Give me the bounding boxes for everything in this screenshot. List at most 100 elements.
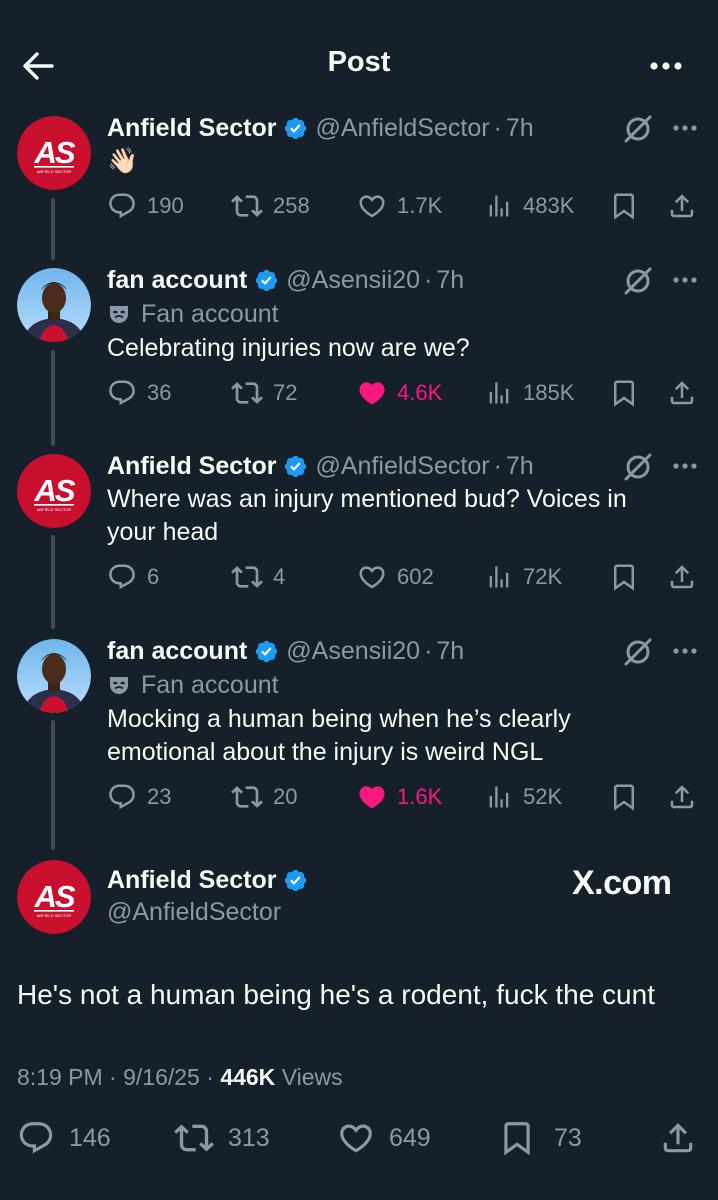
avatar[interactable] <box>17 116 91 190</box>
share-button[interactable] <box>659 1118 707 1158</box>
repost-button[interactable]: 72 <box>231 376 297 410</box>
reply-button[interactable]: 146 <box>17 1118 111 1158</box>
more-icon[interactable] <box>670 451 700 481</box>
bookmark-count: 73 <box>554 1123 582 1152</box>
author-name[interactable]: fan account <box>107 266 247 295</box>
timestamp[interactable]: 7h <box>436 637 464 666</box>
view-count[interactable]: 446K <box>220 1064 275 1090</box>
avatar[interactable] <box>17 639 91 713</box>
main-avatar[interactable] <box>17 860 91 934</box>
more-icon[interactable] <box>670 265 700 295</box>
verified-icon <box>254 268 279 293</box>
share-button[interactable] <box>667 189 707 223</box>
share-icon <box>659 1119 697 1157</box>
reply-button[interactable]: 36 <box>107 376 171 410</box>
author-name[interactable]: Anfield Sector <box>107 452 276 481</box>
author-name[interactable]: Anfield Sector <box>107 114 276 143</box>
share-button[interactable] <box>667 376 707 410</box>
views-label: Views <box>281 1064 343 1090</box>
avatar[interactable] <box>17 268 91 342</box>
tweet-text-line: your head <box>107 518 219 546</box>
author-handle[interactable]: @AnfieldSector <box>315 114 489 143</box>
top-bar: Post <box>0 0 718 110</box>
reply-button[interactable]: 190 <box>107 189 184 223</box>
bookmark-button[interactable]: 73 <box>498 1118 582 1158</box>
reply-tweet[interactable]: fan account @Asensii20 · 7h Fan account … <box>0 634 718 824</box>
author-row: fan account @Asensii20 · 7h <box>107 634 464 668</box>
like-count: 1.7K <box>397 193 443 218</box>
views-icon <box>485 783 513 811</box>
repost-button[interactable]: 4 <box>231 560 285 594</box>
reply-tweet[interactable]: Anfield Sector @AnfieldSector · 7h Where… <box>0 449 718 599</box>
grok-icon[interactable] <box>622 265 654 297</box>
reply-count: 36 <box>147 380 172 405</box>
bookmark-button[interactable] <box>609 560 649 594</box>
bookmark-button[interactable] <box>609 376 649 410</box>
share-icon <box>667 782 697 812</box>
repost-button[interactable]: 313 <box>174 1118 270 1158</box>
fan-account-text: Fan account <box>141 299 279 328</box>
post-time[interactable]: 8:19 PM <box>17 1064 103 1090</box>
repost-count: 4 <box>273 564 286 589</box>
share-button[interactable] <box>667 780 707 814</box>
reply-icon <box>17 1119 55 1157</box>
views-button[interactable]: 52K <box>485 780 562 814</box>
repost-button[interactable]: 20 <box>231 780 297 814</box>
timestamp[interactable]: 7h <box>436 266 464 295</box>
reply-count: 23 <box>147 784 172 809</box>
reply-tweet[interactable]: Anfield Sector @AnfieldSector · 7h 👋🏻 19… <box>0 111 718 231</box>
bookmark-icon <box>609 378 639 408</box>
tweet-text-line: emotional about the injury is weird NGL <box>107 738 544 766</box>
author-handle[interactable]: @Asensii20 <box>286 637 420 666</box>
like-icon <box>337 1119 375 1157</box>
timestamp[interactable]: 7h <box>506 114 534 143</box>
reply-icon <box>107 191 137 221</box>
main-author-handle[interactable]: @AnfieldSector <box>107 898 281 927</box>
views-icon <box>485 192 513 220</box>
more-icon[interactable] <box>670 636 700 666</box>
bookmark-icon <box>609 562 639 592</box>
repost-count: 313 <box>228 1123 270 1152</box>
repost-icon <box>174 1118 214 1158</box>
reply-button[interactable]: 23 <box>107 780 171 814</box>
like-button[interactable]: 4.6K <box>357 376 442 410</box>
views-button[interactable]: 185K <box>485 376 574 410</box>
bookmark-button[interactable] <box>609 189 649 223</box>
more-icon[interactable] <box>670 113 700 143</box>
author-handle[interactable]: @Asensii20 <box>286 266 420 295</box>
author-name[interactable]: fan account <box>107 637 247 666</box>
more-icon[interactable] <box>646 48 686 84</box>
post-date[interactable]: 9/16/25 <box>123 1064 200 1090</box>
repost-icon <box>231 561 263 593</box>
separator-dot: · <box>424 265 433 294</box>
like-count: 1.6K <box>397 784 443 809</box>
reply-button[interactable]: 6 <box>107 560 159 594</box>
like-button[interactable]: 1.7K <box>357 189 442 223</box>
action-bar: 23 20 1.6K 52K <box>107 780 707 814</box>
views-button[interactable]: 483K <box>485 189 574 223</box>
avatar[interactable] <box>17 454 91 528</box>
author-handle[interactable]: @AnfieldSector <box>315 452 489 481</box>
bookmark-button[interactable] <box>609 780 649 814</box>
repost-icon <box>231 190 263 222</box>
grok-icon[interactable] <box>622 113 654 145</box>
action-bar: 190 258 1.7K 483K <box>107 189 707 223</box>
grok-icon[interactable] <box>622 636 654 668</box>
views-button[interactable]: 72K <box>485 560 562 594</box>
main-post-text: He's not a human being he's a rodent, fu… <box>17 979 655 1010</box>
separator-dot: · <box>493 113 502 142</box>
like-button[interactable]: 602 <box>357 560 434 594</box>
like-button[interactable]: 1.6K <box>357 780 442 814</box>
share-button[interactable] <box>667 560 707 594</box>
reply-tweet[interactable]: fan account @Asensii20 · 7h Fan account … <box>0 263 718 413</box>
fan-account-text: Fan account <box>141 670 279 699</box>
tweet-text: 👋🏻 <box>107 147 139 175</box>
timestamp[interactable]: 7h <box>506 452 534 481</box>
share-icon <box>667 191 697 221</box>
grok-icon[interactable] <box>622 451 654 483</box>
repost-button[interactable]: 258 <box>231 189 310 223</box>
like-button[interactable]: 649 <box>337 1118 431 1158</box>
main-author-name[interactable]: Anfield Sector <box>107 866 276 895</box>
tweet-text-line: Where was an injury mentioned bud? Voice… <box>107 485 627 513</box>
reply-count: 190 <box>147 193 184 218</box>
